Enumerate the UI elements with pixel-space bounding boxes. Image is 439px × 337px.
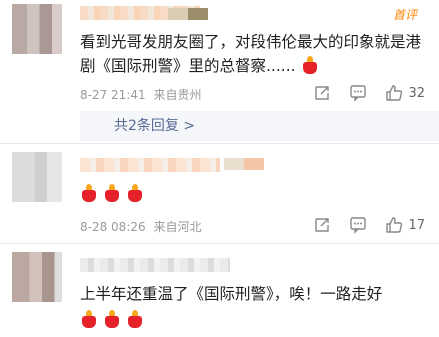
avatar[interactable] [12,152,62,202]
comment-text: 看到光哥发朋友圈了，对段伟伦最大的印象就是港剧《国际刑警》里的总督察...... [80,33,422,75]
replies-link[interactable]: 共2条回复 > [80,111,439,141]
like-count: 17 [408,217,425,233]
candle-emoji [80,184,98,202]
blurred-thumbnail [224,158,264,170]
candle-emoji [103,310,121,328]
location: 来自河北 [153,220,202,234]
candle-emoji [126,310,144,328]
username-blurred[interactable] [80,258,230,272]
comment-item-3: 上半年还重温了《国际刑警》，唉！一路走好 [0,244,439,337]
share-icon[interactable] [313,216,331,234]
candle-emoji [126,184,144,202]
emoji-row [80,184,144,202]
like-icon [386,85,403,101]
comment-icon[interactable] [349,84,367,102]
share-icon[interactable] [313,84,331,102]
candle-emoji [301,56,319,74]
avatar[interactable] [12,4,62,54]
comment-actions: 32 [313,84,425,102]
like-icon [386,217,403,233]
like-button[interactable]: 17 [385,216,425,234]
username-blurred[interactable] [80,158,220,172]
timestamp: 8-28 08:26 [80,220,146,234]
comment-icon[interactable] [349,216,367,234]
candle-emoji [103,184,121,202]
blurred-thumbnail [168,8,208,20]
comment-text: 上半年还重温了《国际刑警》，唉！一路走好 [80,285,383,303]
hot-badge: 首评 [392,8,417,22]
avatar[interactable] [12,252,62,302]
comment-item-1: 首评 看到光哥发朋友圈了，对段伟伦最大的印象就是港剧《国际刑警》里的总督察...… [0,0,439,141]
candle-emoji [80,310,98,328]
emoji-row [80,310,144,328]
comment-item-2: 8-28 08:26 来自河北 17 [0,144,439,244]
like-button[interactable]: 32 [385,84,425,102]
comment-meta: 8-27 21:41 来自贵州 [80,86,201,103]
like-count: 32 [408,85,425,101]
comment-actions: 17 [313,216,425,234]
timestamp: 8-27 21:41 [80,88,146,102]
comment-meta: 8-28 08:26 来自河北 [80,218,201,235]
location: 来自贵州 [153,88,202,102]
